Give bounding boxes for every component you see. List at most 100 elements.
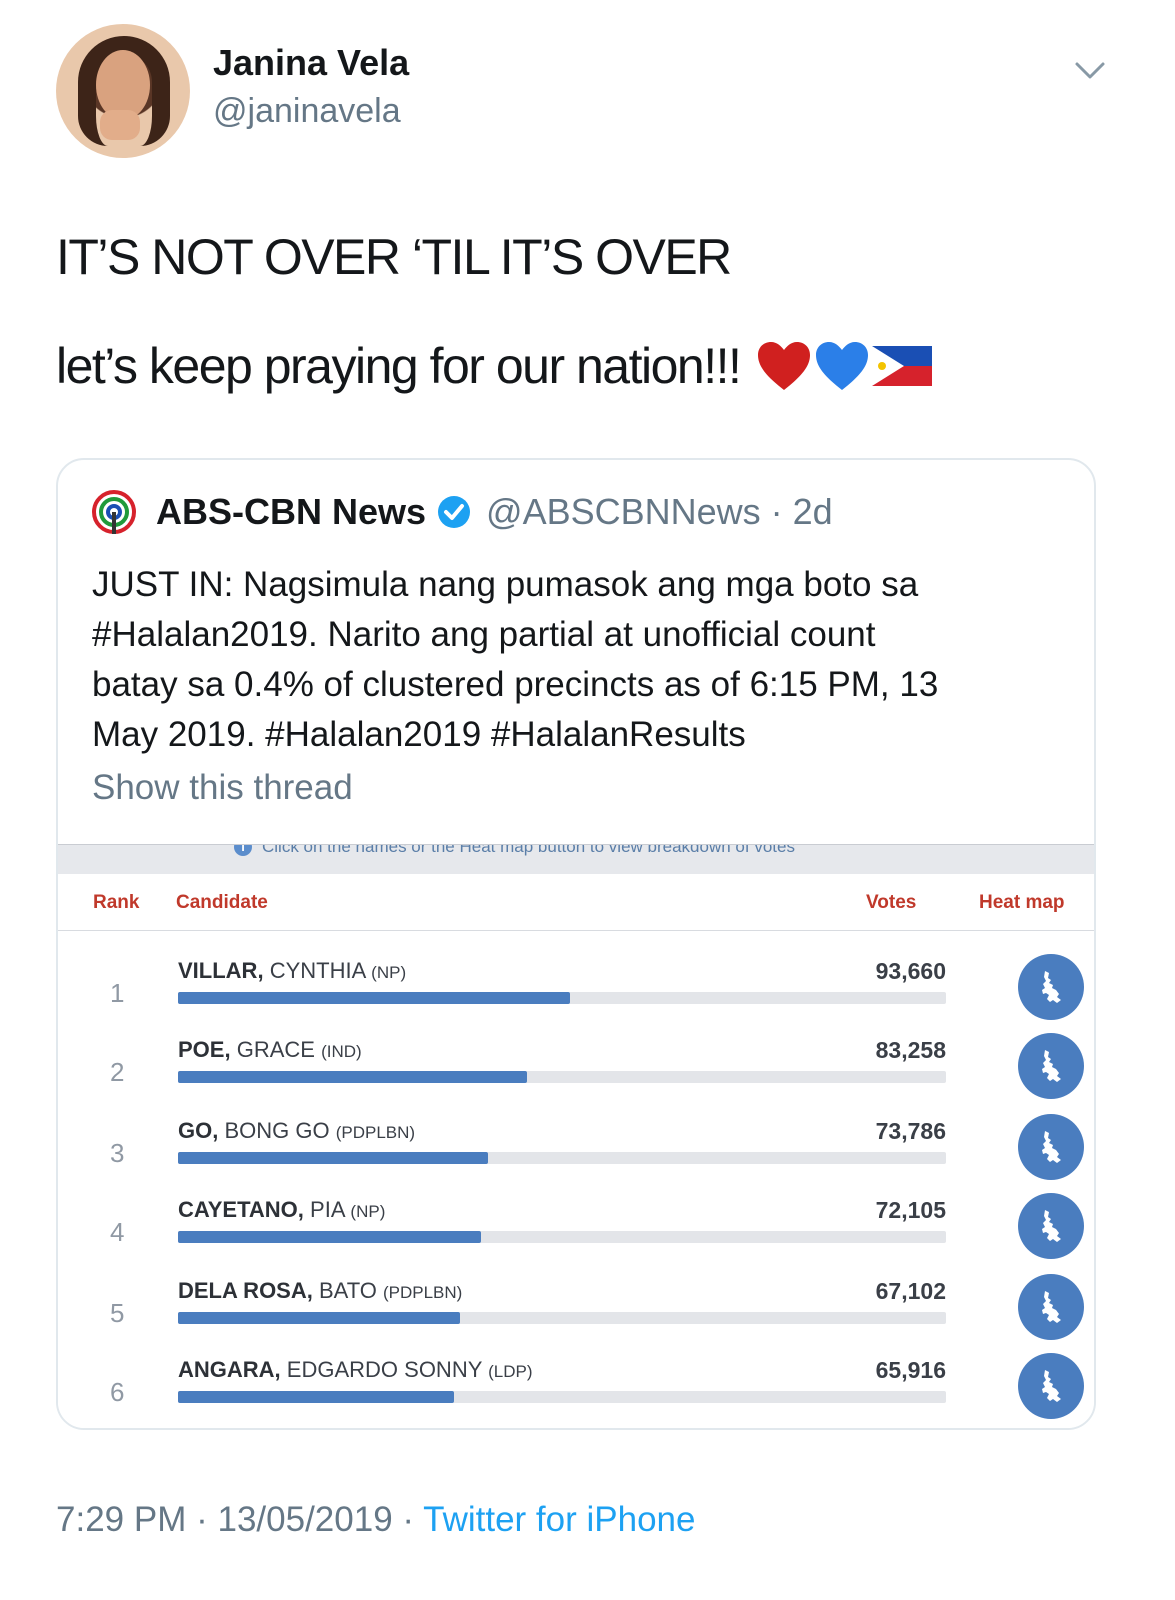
vote-bar-fill [178, 1152, 488, 1164]
vote-bar-fill [178, 1312, 460, 1324]
philippines-map-icon [1042, 1291, 1061, 1323]
quoted-tweet-text: JUST IN: Nagsimula nang pumasok ang mga … [92, 560, 1082, 760]
candidate-last-name: VILLAR, [178, 958, 264, 983]
quoted-tweet[interactable]: ABS-CBN News @ABSCBNNews · 2d JUST IN: N… [56, 458, 1096, 1430]
candidate-party: (LDP) [488, 1362, 533, 1381]
candidate-name[interactable]: POE, GRACE (IND) [178, 1037, 362, 1063]
candidate-name[interactable]: CAYETANO, PIA (NP) [178, 1197, 385, 1223]
tweet-line-2: let’s keep praying for our nation!!! [56, 338, 742, 394]
vote-bar-track [178, 1391, 946, 1403]
verified-badge-icon [438, 496, 471, 528]
quoted-author-name[interactable]: ABS-CBN News [156, 491, 426, 533]
quoted-text-line: #Halalan2019. Narito ang partial at unof… [92, 615, 876, 654]
tweet-body: IT’S NOT OVER ‘TIL IT’S OVER let’s keep … [56, 225, 1126, 398]
candidate-row[interactable]: 2 POE, GRACE (IND) 83,258 [58, 1033, 1094, 1115]
heat-map-button[interactable] [1018, 1033, 1084, 1099]
show-thread-link[interactable]: Show this thread [92, 768, 353, 808]
candidate-party: (IND) [321, 1042, 362, 1061]
red-heart-emoji [758, 342, 811, 390]
heat-map-button[interactable] [1018, 1114, 1084, 1180]
info-text: Click on the names or the Heat map butto… [262, 844, 795, 856]
tweet-date[interactable]: 13/05/2019 [217, 1500, 392, 1539]
candidate-name[interactable]: DELA ROSA, BATO (PDPLBN) [178, 1278, 462, 1304]
candidate-name[interactable]: GO, BONG GO (PDPLBN) [178, 1118, 415, 1144]
chevron-down-icon[interactable] [1074, 54, 1106, 86]
vote-bar-track [178, 1071, 946, 1083]
header-divider [58, 930, 1094, 931]
tweet-footer: 7:29 PM · 13/05/2019 · Twitter for iPhon… [56, 1500, 695, 1540]
candidate-party: (PDPLBN) [335, 1123, 416, 1142]
meta-separator: · [770, 491, 783, 532]
candidate-rank: 1 [110, 978, 125, 1008]
info-icon: i [234, 845, 252, 856]
candidate-column-header: Candidate [176, 892, 268, 913]
heat-map-button[interactable] [1018, 1274, 1084, 1340]
candidate-votes: 83,258 [875, 1037, 946, 1063]
candidate-row[interactable]: 3 GO, BONG GO (PDPLBN) 73,786 [58, 1114, 1094, 1196]
quoted-text-line: batay sa 0.4% of clustered precincts as … [92, 665, 939, 704]
candidate-row[interactable]: 5 DELA ROSA, BATO (PDPLBN) 67,102 [58, 1274, 1094, 1356]
candidate-first-name: BATO [318, 1278, 377, 1303]
candidate-votes: 72,105 [875, 1197, 946, 1223]
candidate-votes: 67,102 [875, 1278, 946, 1304]
candidate-name[interactable]: VILLAR, CYNTHIA (NP) [178, 958, 406, 984]
candidate-first-name: GRACE [236, 1037, 315, 1062]
vote-bar-fill [178, 992, 570, 1004]
candidate-row[interactable]: 6 ANGARA, EDGARDO SONNY (LDP) 65,916 [58, 1353, 1094, 1428]
heat-map-button[interactable] [1018, 1353, 1084, 1419]
candidate-rank: 3 [110, 1138, 125, 1168]
candidate-party: (NP) [371, 963, 407, 982]
philippines-flag-emoji [872, 346, 933, 386]
candidate-last-name: DELA ROSA, [178, 1278, 313, 1303]
tweet-header: Janina Vela @janinavela [56, 24, 1120, 160]
candidate-votes: 93,660 [875, 958, 946, 984]
tweet-time[interactable]: 7:29 PM [56, 1500, 186, 1539]
vote-bar-track [178, 1231, 946, 1243]
candidate-first-name: BONG GO [224, 1118, 330, 1143]
quoted-tweet-header: ABS-CBN News @ABSCBNNews · 2d [92, 490, 833, 534]
candidate-last-name: GO, [178, 1118, 219, 1143]
votes-column-header: Votes [866, 892, 917, 913]
candidate-votes: 65,916 [875, 1357, 946, 1383]
candidate-name[interactable]: ANGARA, EDGARDO SONNY (LDP) [178, 1357, 533, 1383]
info-banner: i Click on the names or the Heat map but… [58, 844, 1094, 874]
candidate-last-name: POE, [178, 1037, 231, 1062]
philippines-map-icon [1042, 1050, 1061, 1082]
vote-bar-fill [178, 1391, 455, 1403]
philippines-map-icon [1042, 971, 1061, 1003]
quoted-tweet-age: 2d [792, 491, 833, 532]
philippines-map-icon [1042, 1131, 1061, 1163]
candidate-last-name: CAYETANO, [178, 1197, 304, 1222]
candidate-first-name: PIA [310, 1197, 345, 1222]
candidate-first-name: EDGARDO SONNY [286, 1357, 482, 1382]
blue-heart-emoji [816, 342, 869, 390]
candidate-rank: 2 [110, 1057, 125, 1087]
candidate-first-name: CYNTHIA [269, 958, 366, 983]
quoted-text-line: JUST IN: Nagsimula nang pumasok ang mga … [92, 565, 919, 604]
candidate-party: (NP) [350, 1202, 386, 1221]
quoted-author-handle[interactable]: @ABSCBNNews [486, 491, 761, 533]
philippines-map-icon [1042, 1370, 1061, 1402]
footer-separator: · [402, 1500, 415, 1539]
quoted-text-line: May 2019. #Halalan2019 #HalalanResults [92, 715, 746, 754]
tweet-source-link[interactable]: Twitter for iPhone [423, 1500, 695, 1539]
vote-bar-track [178, 1312, 946, 1324]
heatmap-column-header: Heat map [979, 892, 1065, 913]
avatar[interactable] [56, 24, 190, 158]
candidate-rank: 5 [110, 1298, 125, 1328]
heat-map-button[interactable] [1018, 1193, 1084, 1259]
candidate-votes: 73,786 [875, 1118, 946, 1144]
author-handle[interactable]: @janinavela [213, 92, 401, 131]
candidate-row[interactable]: 1 VILLAR, CYNTHIA (NP) 93,660 [58, 954, 1094, 1036]
rank-column-header: Rank [93, 892, 140, 913]
candidate-row[interactable]: 4 CAYETANO, PIA (NP) 72,105 [58, 1193, 1094, 1275]
candidate-rank: 6 [110, 1377, 125, 1407]
vote-bar-track [178, 1152, 946, 1164]
candidate-last-name: ANGARA, [178, 1357, 281, 1382]
heat-map-button[interactable] [1018, 954, 1084, 1020]
results-image[interactable]: i Click on the names or the Heat map but… [58, 844, 1094, 1428]
footer-separator: · [196, 1500, 208, 1539]
author-name[interactable]: Janina Vela [213, 42, 409, 84]
tweet-line-1: IT’S NOT OVER ‘TIL IT’S OVER [56, 229, 732, 285]
tweet-line-2-wrap: let’s keep praying for our nation!!! [56, 334, 1126, 398]
